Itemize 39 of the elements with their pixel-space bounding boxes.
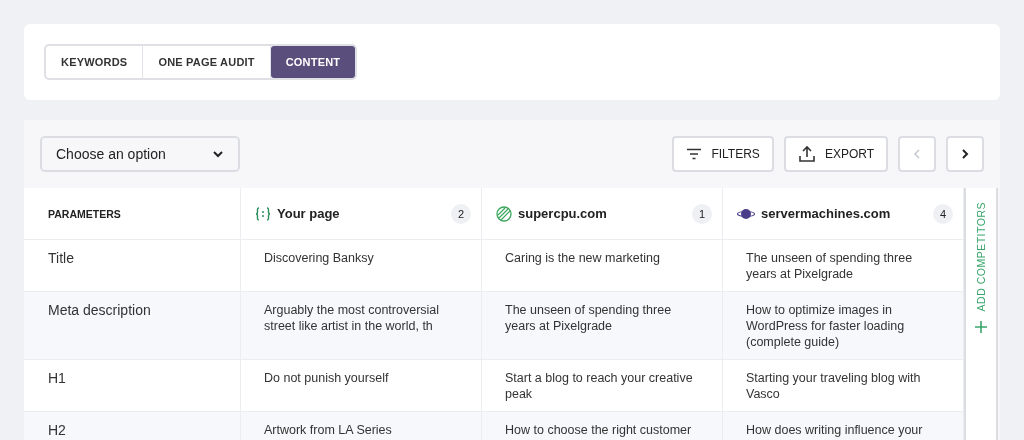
option-dropdown[interactable]: Choose an option <box>40 136 240 172</box>
table-cell: How to optimize images in WordPress for faster loading (complete guide) <box>746 303 905 349</box>
table-cell: Artwork from LA Series <box>264 423 392 437</box>
count-badge: 4 <box>933 203 953 224</box>
tab[interactable]: CONTENT <box>270 46 356 78</box>
tab[interactable]: KEYWORDS <box>46 46 144 78</box>
row-label: Title <box>48 250 74 266</box>
table-cell: Discovering Banksy <box>264 251 374 265</box>
row-label: H2 <box>48 422 66 438</box>
globe-icon <box>496 205 512 222</box>
table-cell: Starting your traveling blog with Vasco <box>746 371 921 401</box>
row-label: Meta description <box>48 302 151 318</box>
chevron-down-icon <box>212 150 224 158</box>
table-cell: The unseen of spending three years at Pixelgrade <box>505 303 672 333</box>
row-label: H1 <box>48 370 66 386</box>
chevron-right-icon <box>959 148 971 160</box>
plus-icon <box>975 321 987 334</box>
next-button[interactable] <box>946 136 984 172</box>
count-badge: 2 <box>451 203 471 224</box>
upload-icon <box>797 145 816 163</box>
previous-button[interactable] <box>898 136 936 172</box>
column-heading: supercpu.com <box>518 206 607 221</box>
chevron-left-icon <box>911 148 923 160</box>
table-cell: Arguably the most controversial street like artist in the world, th <box>264 303 440 333</box>
table-cell: Start a blog to reach your creative peak <box>505 371 693 401</box>
column-heading: servermachines.com <box>761 206 891 221</box>
table-cell: Do not punish yourself <box>264 371 389 385</box>
table-cell: Caring is the new marketing <box>505 251 660 265</box>
table-cell: How does writing influence your <box>746 423 923 437</box>
count-badge: 1 <box>692 203 712 224</box>
export-button[interactable]: EXPORT <box>783 136 888 172</box>
table-cell: How to choose the right customer <box>505 423 692 437</box>
filter-icon <box>686 148 703 160</box>
tab[interactable]: ONE PAGE AUDIT <box>143 46 271 78</box>
column-heading: Your page <box>277 206 340 221</box>
brackets-icon <box>255 206 271 221</box>
planet-icon <box>737 206 755 221</box>
filters-button[interactable]: FILTERS <box>672 136 774 172</box>
table-cell: The unseen of spending three years at Pixelgrade <box>746 251 913 281</box>
